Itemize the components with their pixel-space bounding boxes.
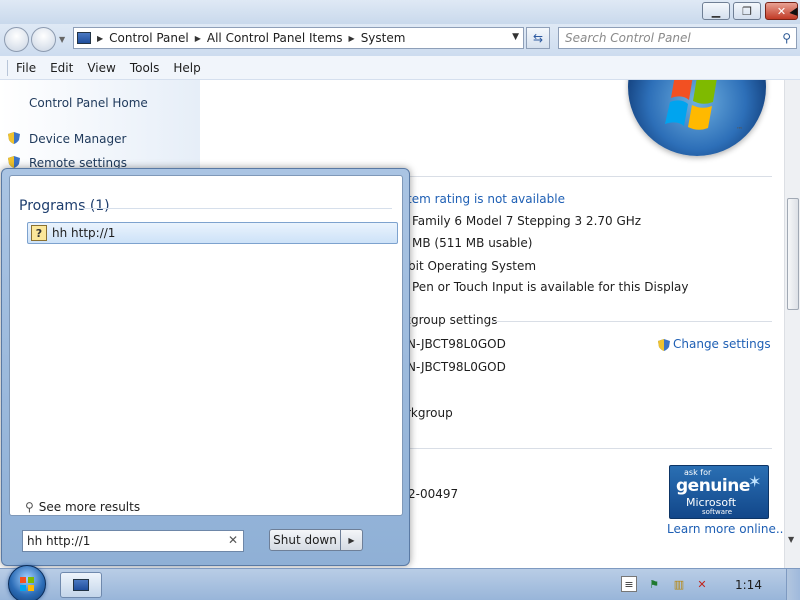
maximize-button[interactable]: ❐	[733, 2, 761, 20]
rating-link[interactable]: tem rating is not available	[407, 192, 565, 206]
windows-flag-icon	[665, 80, 717, 130]
programs-divider	[80, 208, 392, 209]
breadcrumb-arrow-icon[interactable]: ▶	[195, 34, 201, 43]
see-more-results-label: See more results	[38, 500, 141, 514]
computer-name-value: N-JBCT98L0GOD	[407, 337, 506, 351]
menu-help[interactable]: Help	[173, 61, 200, 75]
section-divider	[492, 321, 772, 322]
vertical-scrollbar[interactable]: ▼	[784, 80, 800, 568]
taskbar-control-panel-button[interactable]	[60, 572, 102, 598]
refresh-button[interactable]: ⇆	[526, 27, 550, 49]
title-bar[interactable]: ▁ ❐ ✕	[0, 0, 800, 24]
start-search-input[interactable]: hh http://1 ✕	[22, 530, 244, 552]
scroll-down-icon[interactable]: ▼	[788, 535, 794, 544]
search-input[interactable]: Search Control Panel ⚲	[558, 27, 797, 49]
refresh-icon: ⇆	[532, 31, 544, 45]
menu-view[interactable]: View	[87, 61, 115, 75]
start-menu: Programs (1) ? hh http://1 ⚲ See more re…	[1, 168, 410, 566]
menu-grip	[7, 59, 8, 76]
taskbar-clock[interactable]: 1:14	[735, 578, 762, 592]
breadcrumb-arrow-icon[interactable]: ▶	[349, 34, 355, 43]
control-panel-icon	[77, 32, 91, 44]
workgroup-section-header: kgroup settings	[404, 313, 498, 327]
tray-network-icon[interactable]: ▥	[671, 576, 687, 592]
back-button[interactable]	[4, 27, 29, 52]
tray-volume-muted-icon[interactable]: ✕	[694, 576, 710, 592]
shut-down-button[interactable]: Shut down	[269, 529, 341, 551]
scrollbar-thumb[interactable]	[787, 198, 799, 310]
menu-edit[interactable]: Edit	[50, 61, 73, 75]
menu-bar: File Edit View Tools Help	[0, 56, 800, 80]
processor-value: Family 6 Model 7 Stepping 3 2.70 GHz	[412, 214, 642, 228]
address-bar[interactable]: ▶ Control Panel ▶ All Control Panel Item…	[73, 27, 524, 49]
recent-pages-chevron-icon[interactable]: ▼	[59, 35, 65, 44]
full-computer-name-value: N-JBCT98L0GOD	[407, 360, 506, 374]
trademark-glyph: ™	[736, 126, 743, 134]
breadcrumb-system[interactable]: System	[361, 31, 406, 45]
windows-flag-icon	[20, 577, 34, 591]
help-file-icon: ?	[31, 225, 47, 241]
uac-shield-icon	[8, 156, 20, 168]
forward-button[interactable]	[31, 27, 56, 52]
genuine-word: genuine	[676, 476, 750, 496]
program-result-item[interactable]: ? hh http://1	[27, 222, 398, 244]
learn-more-link[interactable]: Learn more online...	[667, 522, 784, 536]
navigation-bar: ▼ ▶ Control Panel ▶ All Control Panel It…	[0, 24, 800, 56]
control-panel-icon	[73, 579, 89, 591]
tray-document-icon[interactable]: ≡	[621, 576, 637, 592]
breadcrumb-arrow-icon[interactable]: ▶	[97, 34, 103, 43]
star-icon: ✶	[748, 472, 762, 491]
device-manager-link[interactable]: Device Manager	[29, 132, 126, 146]
change-settings-link[interactable]: Change settings	[673, 337, 771, 351]
show-desktop-button[interactable]	[786, 569, 800, 600]
memory-value: MB (511 MB usable)	[412, 236, 533, 250]
system-type-value: bit Operating System	[408, 259, 537, 273]
uac-shield-icon	[658, 339, 670, 351]
start-search-value: hh http://1	[27, 534, 91, 548]
address-dropdown-icon[interactable]: ▼	[512, 32, 519, 42]
pen-touch-value: Pen or Touch Input is available for this…	[412, 280, 689, 294]
clear-search-icon[interactable]: ✕	[228, 533, 238, 547]
see-more-results-link[interactable]: ⚲ See more results	[25, 500, 140, 514]
shutdown-options-arrow-icon[interactable]: ▶	[341, 529, 363, 551]
tray-action-center-icon[interactable]: ⚑	[646, 576, 662, 592]
search-icon[interactable]: ⚲	[782, 31, 791, 45]
workgroup-value: rkgroup	[406, 406, 453, 420]
minimize-button[interactable]: ▁	[702, 2, 730, 20]
genuine-software: software	[702, 508, 733, 516]
search-results-panel: Programs (1) ? hh http://1 ⚲ See more re…	[9, 175, 403, 516]
menu-tools[interactable]: Tools	[130, 61, 160, 75]
menu-file[interactable]: File	[16, 61, 36, 75]
genuine-microsoft-badge[interactable]: ask for genuine ✶ Microsoft software	[669, 465, 769, 519]
breadcrumb-control-panel[interactable]: Control Panel	[109, 31, 189, 45]
program-result-label: hh http://1	[52, 226, 116, 240]
search-placeholder: Search Control Panel	[565, 31, 691, 45]
programs-header: Programs (1)	[19, 198, 110, 214]
breadcrumb-all-items[interactable]: All Control Panel Items	[207, 31, 343, 45]
product-id-value: 2-00497	[408, 487, 459, 501]
control-panel-home-link[interactable]: Control Panel Home	[29, 96, 148, 110]
search-icon: ⚲	[25, 500, 34, 514]
uac-shield-icon	[8, 132, 20, 144]
